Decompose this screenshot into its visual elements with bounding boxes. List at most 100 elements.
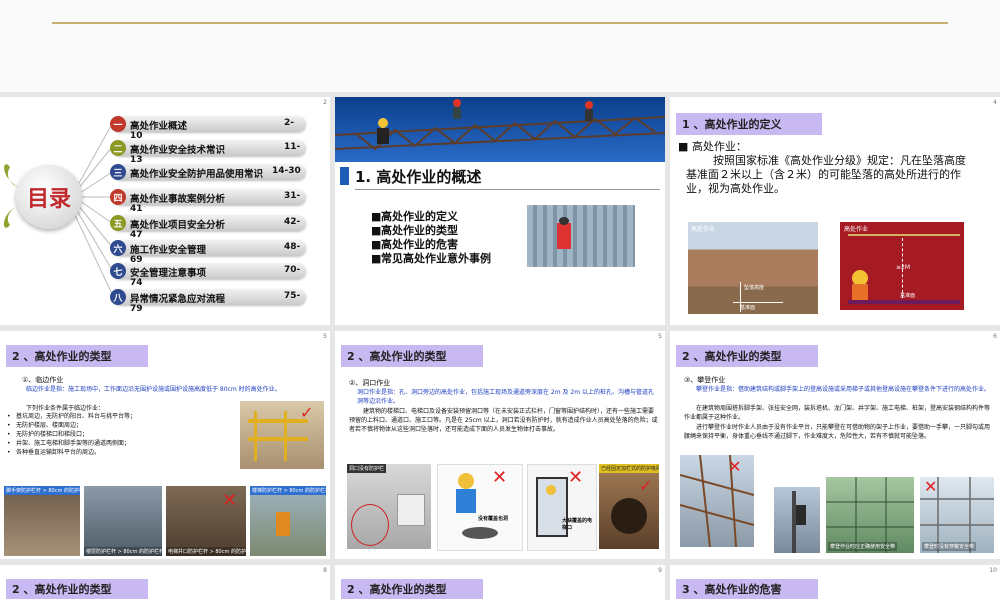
- toc-item-label: 高处作业概述: [130, 121, 188, 132]
- toc-item-pages: 48-: [284, 242, 301, 252]
- slide-toc[interactable]: 2 目录 一 高处作业概述 2- 10 二 高处作业安全技术常识 11- 13 …: [0, 97, 330, 325]
- photo-caption: 攀登时没有穿戴安全带: [922, 542, 977, 551]
- railing-photo: ✓: [240, 401, 324, 469]
- toc-item-pages-end: 74: [130, 278, 143, 288]
- worker-photo: [527, 205, 635, 267]
- toc-item-pages-end: 79: [130, 304, 143, 314]
- climbing-photo-2: [774, 487, 820, 553]
- slide-overview[interactable]: 1. 高处作业的概述 高处作业的定义 高处作业的类型 高处作业的危害 常见高处作…: [335, 97, 665, 325]
- list-item: 基坑周边，无防护的阳台、料台与挑平台等；: [6, 412, 236, 421]
- toc-item-7[interactable]: 七 安全管理注意事项 70- 74: [110, 263, 306, 288]
- title-underline: [355, 189, 660, 190]
- climbing-photo-1: ✕: [680, 455, 754, 547]
- edge-photo-2: 楼层防护栏杆 > 80cm 的防护栏杆: [84, 486, 162, 556]
- baseline-label: 基准面: [900, 293, 916, 299]
- toc-item-label: 施工作业安全管理: [130, 245, 207, 256]
- cross-mark-icon: ✕: [568, 467, 584, 488]
- decorative-rule: [52, 22, 948, 24]
- definition-text: 按照国家标准《高处作业分级》规定：凡在坠落高度基准面２米以上（含２米）的可能坠落…: [686, 154, 966, 195]
- toc-item-pages-end: 47: [130, 230, 143, 240]
- toc-item-label: 高处作业安全防护用品使用常识: [130, 169, 264, 180]
- definition-text: 临边作业是指：施工现场中，工作面边沿无围护设施或围护设施高度低于 80cm 时的…: [26, 386, 281, 393]
- body-text-2: 进行攀登作业时作业人员由于没有作业平台，只能攀登在可借助物的架子上作业，要借助一…: [684, 424, 991, 440]
- photo-caption: 楼梯防护栏杆 > 80cm 的防护栏杆: [250, 486, 326, 495]
- list-item: 井架、施工电梯和脚手架等的通道两侧面；: [6, 439, 236, 448]
- toc-badge: 三: [110, 164, 126, 180]
- photo-caption: 攀登作业时应正确使用安全带: [828, 542, 898, 551]
- bullet-item: 高处作业的危害: [371, 238, 491, 252]
- lead-line: ■ 高处作业：: [678, 140, 747, 153]
- toc-item-label: 异常情况紧急应对流程: [130, 294, 226, 305]
- toc-item-pages: 42-: [284, 217, 301, 227]
- subheading: ②、洞口作业: [349, 379, 391, 387]
- edge-photo-4: 楼梯防护栏杆 > 80cm 的防护栏杆: [250, 486, 326, 556]
- slide-number: 5: [323, 333, 327, 340]
- illustration-caption: 大缺覆盖的电梯口: [562, 518, 593, 531]
- baseline-label: 基准面: [740, 305, 756, 311]
- section-band: 2 、高处作业的类型: [6, 345, 148, 367]
- toc-item-8[interactable]: 八 异常情况紧急应对流程 75- 79: [110, 289, 306, 314]
- subheading: ①、临边作业: [22, 376, 64, 384]
- cross-mark-icon: ✕: [728, 457, 742, 476]
- toc-badge: 六: [110, 240, 126, 256]
- toc-badge: 五: [110, 215, 126, 231]
- toc-badge: 八: [110, 289, 126, 305]
- climbing-photo-4: ✕ 攀登时没有穿戴安全带: [920, 477, 994, 553]
- toc-item-1[interactable]: 一 高处作业概述 2- 10: [110, 116, 306, 141]
- toc-item-3[interactable]: 三 高处作业安全防护用品使用常识 14-30: [110, 164, 306, 180]
- slide-definition[interactable]: 4 1 、高处作业的定义 ■ 高处作业： 按照国家标准《高处作业分级》规定：凡在…: [670, 97, 1000, 325]
- slide-thumb-8[interactable]: 8 2 、高处作业的类型: [0, 565, 330, 600]
- toc-badge: 一: [110, 116, 126, 132]
- toc-item-6[interactable]: 六 施工作业安全管理 48- 69: [110, 240, 306, 265]
- toc-item-pages: 2-: [284, 118, 294, 128]
- body-text: 建筑物的楼梯口、电梯口及设备安装预留洞口等（在未安装正式栏杆，门窗等围护结构时）…: [349, 408, 658, 433]
- photo-label: 高处作业: [691, 226, 716, 233]
- section-band: 2 、高处作业的类型: [341, 579, 483, 599]
- overview-bullets: 高处作业的定义 高处作业的类型 高处作业的危害 常见高处作业意外事例: [371, 210, 491, 266]
- lead-label: 高处作业：: [691, 140, 747, 153]
- photo-caption: 楼层防护栏杆 > 80cm 的防护栏杆: [84, 547, 162, 556]
- slide-thumb-9[interactable]: 9 2 、高处作业的类型: [335, 565, 665, 600]
- opening-photo-4: 已经固定加栏式的防护吸网 ✓: [599, 464, 659, 549]
- toc-item-4[interactable]: 四 高处作业事故案例分析 31- 41: [110, 189, 306, 214]
- slide-climbing-work[interactable]: 6 2 、高处作业的类型 ③、攀登作业 攀登作业是指：借助建筑结构或脚手架上的登…: [670, 331, 1000, 559]
- toc-badge: 七: [110, 263, 126, 279]
- toc-item-label: 高处作业安全技术常识: [130, 145, 226, 156]
- climbing-photo-3: 攀登作业时应正确使用安全带: [826, 477, 914, 553]
- slide-edge-work[interactable]: 5 2 、高处作业的类型 ①、临边作业 临边作业是指：施工现场中，工作面边沿无围…: [0, 331, 330, 559]
- list-item: 无防护楼层、楼面周边；: [6, 421, 236, 430]
- steel-structure-graphic: [335, 99, 665, 151]
- toc-badge: 二: [110, 140, 126, 156]
- bullet-item: 高处作业的类型: [371, 224, 491, 238]
- slide-title: 1. 高处作业的概述: [355, 168, 482, 186]
- definition-text: 洞口作业是指：孔、洞口旁边的高处作业，包括施工现场及通道旁深度在 2m 及 2m…: [357, 389, 654, 405]
- body-text-1: 在建筑物周围搭拆脚手架、张挂安全网，装拆塔机、龙门架、井字架、施工电梯、桩架，登…: [684, 405, 991, 421]
- previous-slide-strip[interactable]: [0, 0, 1000, 92]
- intro-text: 下列作业条件属于临边作业：: [26, 405, 105, 412]
- slide-number: 5: [658, 333, 662, 340]
- slide-number: 8: [323, 567, 327, 574]
- height-label: ≥2M: [896, 264, 911, 271]
- photo-caption: 脚手架防护栏杆 > 80cm 的防护栏杆: [4, 486, 80, 495]
- bullet-item: 常见高处作业意外事例: [371, 252, 491, 266]
- toc-item-5[interactable]: 五 高处作业项目安全分析 42- 47: [110, 215, 306, 240]
- bullet-item: 高处作业的定义: [371, 210, 491, 224]
- photo-label: 高处作业: [844, 226, 869, 233]
- toc-badge: 四: [110, 189, 126, 205]
- slide-thumb-10[interactable]: 10 3 、高处作业的危害: [670, 565, 1000, 600]
- cross-mark-icon: ✕: [924, 477, 938, 496]
- list-item: 无防护的楼梯口和梯段口；: [6, 430, 236, 439]
- opening-illustration-3: ✕ 大缺覆盖的电梯口: [527, 464, 597, 551]
- slide-opening-work[interactable]: 5 2 、高处作业的类型 ②、洞口作业 洞口作业是指：孔、洞口旁边的高处作业，包…: [335, 331, 665, 559]
- toc-item-2[interactable]: 二 高处作业安全技术常识 11- 13: [110, 140, 306, 165]
- subheading: ③、攀登作业: [684, 376, 726, 384]
- construction-photo-1: 高处作业 坠落高度 基准面: [688, 222, 818, 314]
- toc-item-pages-end: 41: [130, 204, 143, 214]
- toc-logo-circle: 目录: [16, 165, 82, 229]
- edge-photo-3: ✕ 电梯井口防护栏杆 > 80cm 的防护栏杆: [166, 486, 246, 556]
- header-sky-photo: [335, 97, 665, 162]
- section-band: 2 、高处作业的类型: [6, 579, 148, 599]
- illustration-caption: 没有覆盖也洞: [478, 516, 509, 522]
- toc-item-pages: 75-: [284, 291, 301, 301]
- section-band: 2 、高处作业的类型: [341, 345, 483, 367]
